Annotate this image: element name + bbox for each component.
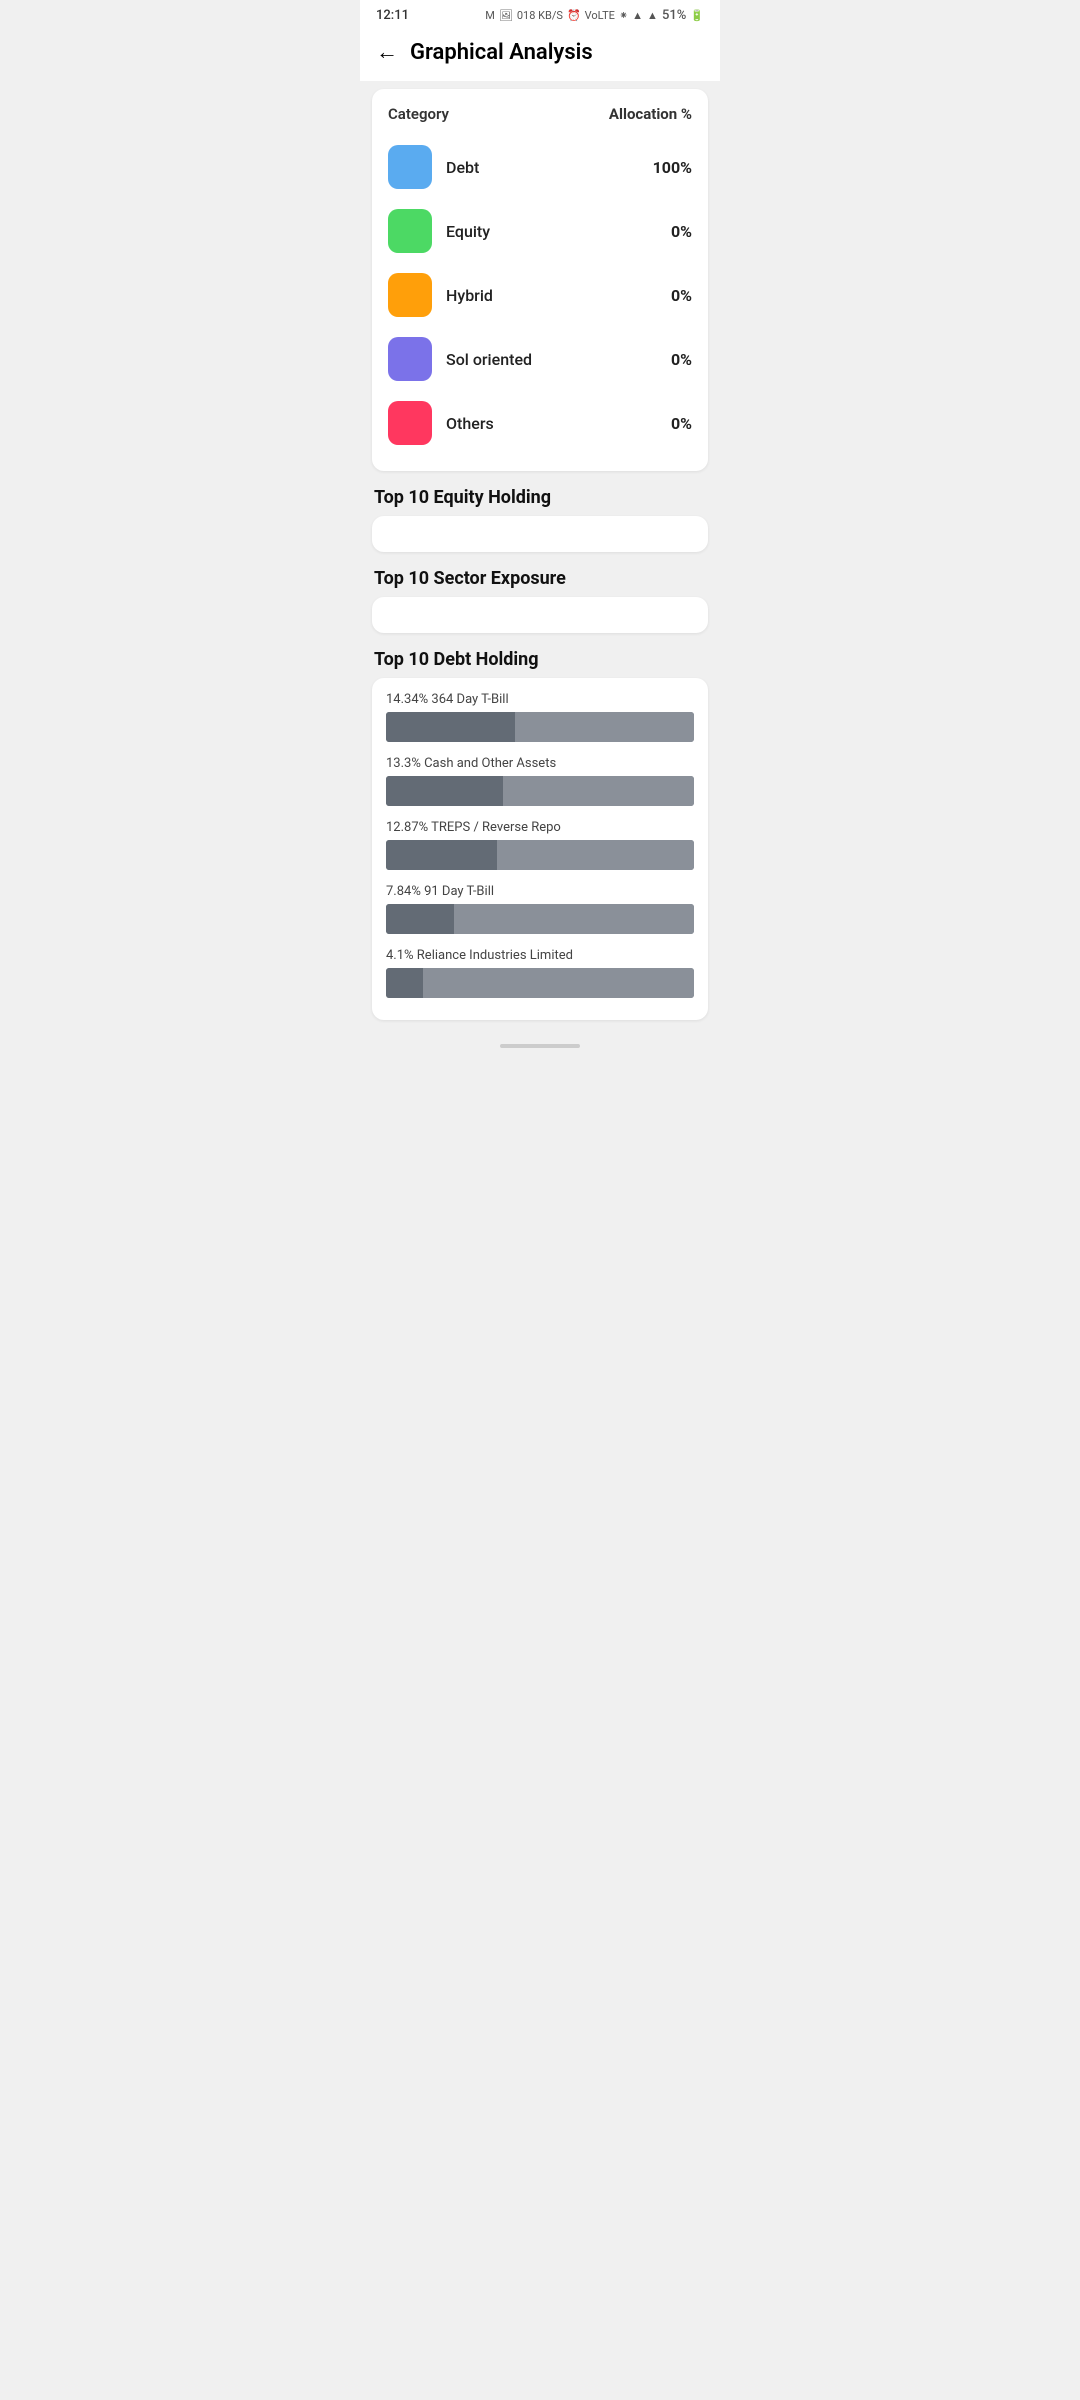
debt-bar bbox=[386, 968, 694, 998]
category-card: Category Allocation % Debt 100% Equity 0… bbox=[372, 89, 708, 471]
signal-icon: ▲ bbox=[647, 9, 658, 22]
category-col-label: Category bbox=[388, 105, 449, 123]
sector-heading: Top 10 Sector Exposure bbox=[372, 568, 708, 589]
category-card-header: Category Allocation % bbox=[388, 105, 692, 123]
battery-pct: 51% bbox=[662, 8, 686, 23]
equity-color-box bbox=[388, 209, 432, 253]
category-row-hybrid: Hybrid 0% bbox=[388, 263, 692, 327]
status-icons: M 🖼 018 KB/S ⏰ VoLTE ⁕ ▲ ▲ 51% 🔋 bbox=[485, 8, 704, 23]
hybrid-label: Hybrid bbox=[446, 286, 493, 305]
volte-icon: VoLTE bbox=[585, 9, 615, 22]
debt-item-label: 13.3% Cash and Other Assets bbox=[386, 756, 694, 771]
debt-item-label: 12.87% TREPS / Reverse Repo bbox=[386, 820, 694, 835]
sector-empty-card bbox=[372, 597, 708, 633]
wifi-icon: ▲ bbox=[632, 9, 643, 22]
header: ← Graphical Analysis bbox=[360, 27, 720, 81]
sol-color-box bbox=[388, 337, 432, 381]
debt-holding-item: 12.87% TREPS / Reverse Repo bbox=[386, 820, 694, 870]
hybrid-pct: 0% bbox=[671, 286, 692, 305]
debt-bar-rest bbox=[497, 840, 694, 870]
equity-empty-card bbox=[372, 516, 708, 552]
debt-pct: 100% bbox=[653, 158, 692, 177]
debt-bar bbox=[386, 776, 694, 806]
battery-icon: 🔋 bbox=[690, 9, 704, 22]
sol-pct: 0% bbox=[671, 350, 692, 369]
debt-item-label: 14.34% 364 Day T-Bill bbox=[386, 692, 694, 707]
debt-holding-item: 14.34% 364 Day T-Bill bbox=[386, 692, 694, 742]
back-button[interactable]: ← bbox=[376, 39, 398, 65]
debt-heading: Top 10 Debt Holding bbox=[372, 649, 708, 670]
debt-bar bbox=[386, 712, 694, 742]
others-label: Others bbox=[446, 414, 494, 433]
debt-bar-rest bbox=[423, 968, 694, 998]
scroll-bar bbox=[500, 1044, 580, 1048]
debt-holding-card: 14.34% 364 Day T-Bill 13.3% Cash and Oth… bbox=[372, 678, 708, 1020]
status-time: 12:11 bbox=[376, 8, 409, 23]
others-color-box bbox=[388, 401, 432, 445]
debt-bar-rest bbox=[454, 904, 694, 934]
debt-bar-fill bbox=[386, 968, 423, 998]
debt-label: Debt bbox=[446, 158, 479, 177]
debt-bar-rest bbox=[515, 712, 694, 742]
debt-bar-rest bbox=[503, 776, 694, 806]
debt-bar-fill bbox=[386, 904, 454, 934]
equity-pct: 0% bbox=[671, 222, 692, 241]
debt-item-label: 4.1% Reliance Industries Limited bbox=[386, 948, 694, 963]
category-row-others: Others 0% bbox=[388, 391, 692, 455]
status-bar: 12:11 M 🖼 018 KB/S ⏰ VoLTE ⁕ ▲ ▲ 51% 🔋 bbox=[360, 0, 720, 27]
debt-bar-fill bbox=[386, 840, 497, 870]
debt-bar bbox=[386, 840, 694, 870]
others-pct: 0% bbox=[671, 414, 692, 433]
category-row-equity: Equity 0% bbox=[388, 199, 692, 263]
debt-holding-item: 13.3% Cash and Other Assets bbox=[386, 756, 694, 806]
category-row-debt: Debt 100% bbox=[388, 135, 692, 199]
hybrid-color-box bbox=[388, 273, 432, 317]
debt-holding-item: 7.84% 91 Day T-Bill bbox=[386, 884, 694, 934]
debt-section: Top 10 Debt Holding 14.34% 364 Day T-Bil… bbox=[372, 649, 708, 1020]
page-title: Graphical Analysis bbox=[410, 40, 593, 65]
debt-bar-fill bbox=[386, 712, 515, 742]
equity-heading: Top 10 Equity Holding bbox=[372, 487, 708, 508]
scroll-indicator bbox=[372, 1036, 708, 1052]
debt-item-label: 7.84% 91 Day T-Bill bbox=[386, 884, 694, 899]
data-speed: 018 KB/S bbox=[517, 9, 563, 22]
debt-color-box bbox=[388, 145, 432, 189]
sector-section: Top 10 Sector Exposure bbox=[372, 568, 708, 633]
allocation-col-label: Allocation % bbox=[609, 105, 692, 123]
alarm-icon: ⏰ bbox=[567, 9, 581, 22]
debt-bar-fill bbox=[386, 776, 503, 806]
equity-label: Equity bbox=[446, 222, 490, 241]
main-content: Category Allocation % Debt 100% Equity 0… bbox=[360, 81, 720, 1060]
sol-label: Sol oriented bbox=[446, 350, 532, 369]
debt-bar bbox=[386, 904, 694, 934]
mail-icon: M bbox=[485, 9, 495, 22]
debt-holding-item: 4.1% Reliance Industries Limited bbox=[386, 948, 694, 998]
category-row-sol: Sol oriented 0% bbox=[388, 327, 692, 391]
bluetooth-icon: ⁕ bbox=[619, 9, 628, 22]
equity-section: Top 10 Equity Holding bbox=[372, 487, 708, 552]
photo-icon: 🖼 bbox=[499, 9, 513, 22]
